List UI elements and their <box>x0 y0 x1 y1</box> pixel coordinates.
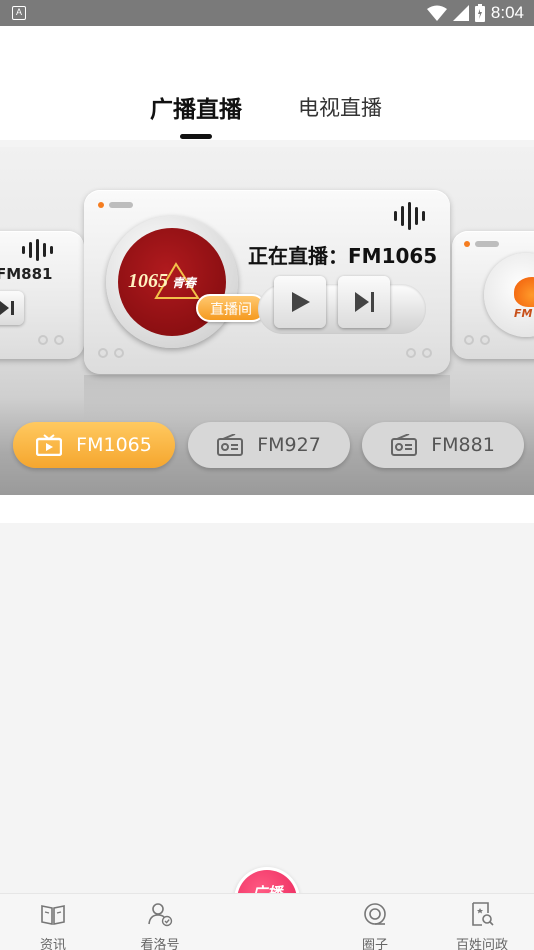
document-search-icon <box>472 902 494 926</box>
nav-news-label: 资讯 <box>39 938 66 950</box>
nav-kanluo[interactable]: 看洛号 <box>120 900 200 950</box>
user-check-icon <box>148 903 173 927</box>
app-notification-icon: A <box>12 6 26 20</box>
nav-circle-label: 圈子 <box>361 938 388 950</box>
nav-circle[interactable]: 圈子 <box>335 900 415 950</box>
wifi-icon <box>426 5 447 21</box>
card-indicator-dots <box>464 335 490 345</box>
radio-icon <box>217 434 244 456</box>
card-indicator-dots <box>38 335 64 345</box>
sound-wave-icon <box>394 202 425 230</box>
tab-radio-live[interactable]: 广播直播 <box>150 90 242 124</box>
channel-fm927[interactable]: FM927 <box>188 422 350 468</box>
nav-public-affairs[interactable]: 百姓问政 <box>442 900 522 950</box>
next-icon <box>0 301 14 315</box>
tv-play-icon <box>36 434 63 456</box>
book-icon <box>41 905 65 925</box>
sound-wave-icon <box>22 239 53 261</box>
radio-icon <box>391 434 418 456</box>
next-button[interactable] <box>338 276 390 328</box>
station-card-right[interactable]: FM <box>452 231 534 359</box>
next-button-left[interactable] <box>0 291 24 325</box>
nav-public-affairs-label: 百姓问政 <box>455 938 508 950</box>
station-disc[interactable]: 1065 青春 <box>106 216 238 348</box>
bottom-nav: 资讯 看洛号 圈子 百姓问政 <box>0 893 534 950</box>
next-icon <box>355 292 374 312</box>
nav-kanluo-label: 看洛号 <box>140 938 180 950</box>
channel-fm1065[interactable]: FM1065 <box>13 422 175 468</box>
station-card-right-label: FM <box>514 307 533 320</box>
radio-hero-banner: FM881 FM 1065 青春 直播间 正在直播：FM1065 FM1065 … <box>0 147 534 495</box>
channel-label: FM881 <box>431 434 495 456</box>
play-icon <box>292 292 310 312</box>
channel-selector: FM1065 FM927 FM881 <box>0 422 534 468</box>
channel-label: FM1065 <box>76 434 152 456</box>
card-indicator-dots <box>406 348 432 358</box>
station-disc-right: FM <box>484 253 534 337</box>
tab-tv-live[interactable]: 电视直播 <box>298 92 382 122</box>
station-card-main[interactable]: 1065 青春 直播间 正在直播：FM1065 <box>84 190 450 374</box>
flame-logo-icon <box>514 277 534 307</box>
circle-icon <box>364 903 386 925</box>
clock: 8:04 <box>490 3 524 22</box>
card-indicator-dots <box>98 348 124 358</box>
live-room-button[interactable]: 直播间 <box>196 294 266 322</box>
channel-fm881[interactable]: FM881 <box>362 422 524 468</box>
station-logo-text: 青春 <box>172 276 197 290</box>
station-card-left[interactable]: FM881 <box>0 231 84 359</box>
status-bar: A 8:04 <box>0 0 534 26</box>
play-button[interactable] <box>274 276 326 328</box>
channel-label: FM927 <box>257 434 321 456</box>
now-playing-title: 正在直播：FM1065 <box>248 244 438 268</box>
station-logo-number: 1065 <box>128 270 168 292</box>
content-area <box>0 495 534 523</box>
card-indicator <box>98 202 133 208</box>
active-tab-indicator <box>180 134 212 139</box>
header: 广播直播 电视直播 <box>0 26 534 140</box>
station-card-left-label: FM881 <box>0 265 53 283</box>
nav-news[interactable]: 资讯 <box>13 900 93 950</box>
card-indicator <box>464 241 499 247</box>
signal-icon <box>452 5 469 21</box>
battery-icon <box>474 4 485 22</box>
